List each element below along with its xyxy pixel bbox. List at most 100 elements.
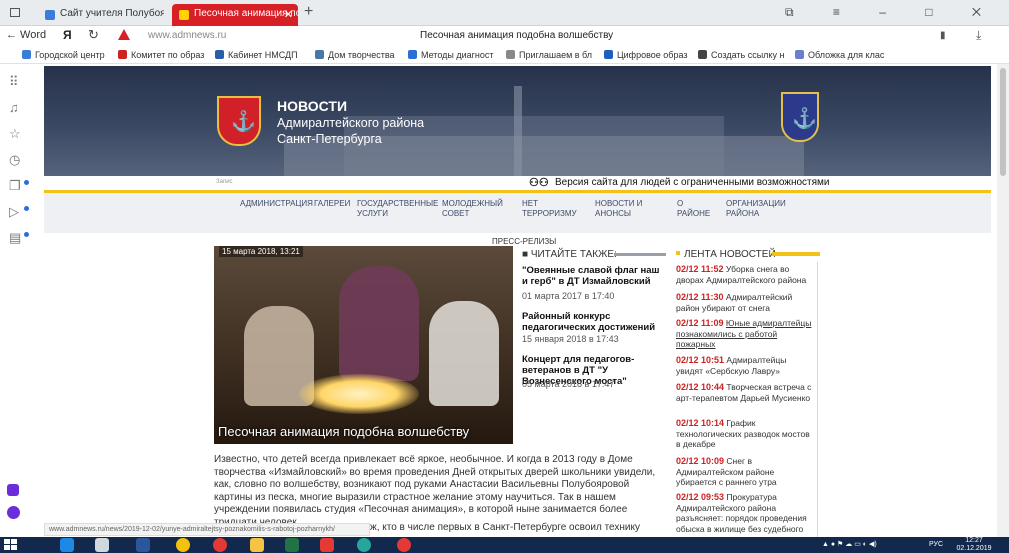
tab-sand-animation[interactable]: Песочная анимация по ✕ <box>172 4 298 26</box>
tabs-panel-icon[interactable] <box>10 8 20 17</box>
site-title[interactable]: НОВОСТИ <box>277 98 347 114</box>
clock-time: 12:27 <box>965 537 983 544</box>
hero-caption[interactable]: Песочная анимация подобна волшебству <box>218 424 469 439</box>
window-controls[interactable]: ⧉ ≡ – □ ✕ <box>785 5 999 20</box>
explorer-icon[interactable] <box>250 538 264 552</box>
divider <box>817 262 818 537</box>
chrome-icon[interactable] <box>176 538 190 552</box>
tab-teacher-site[interactable]: Сайт учителя Полубояро <box>38 4 164 26</box>
address-bar: ← Word Я ↻ www.admnews.ru Песочная анима… <box>0 26 1009 46</box>
nav-item[interactable]: ГОСУДАРСТВЕННЫЕ УСЛУГИ <box>357 199 438 219</box>
section-label[interactable]: ПРЕСС-РЕЛИЗЫ <box>492 237 556 246</box>
tab-label: Песочная анимация по <box>194 8 298 19</box>
download-icon[interactable]: ⤓ <box>976 28 981 43</box>
divider <box>772 252 820 256</box>
bookmark-item[interactable]: Городской центр <box>22 50 105 60</box>
nav-item[interactable]: МОЛОДЕЖНЫЙ СОВЕТ <box>442 199 512 219</box>
bookmark-item[interactable]: Приглашаем в бл <box>506 50 592 60</box>
article-paragraph: Известно, что детей всегда привлекает вс… <box>214 454 656 528</box>
opera-icon[interactable] <box>213 538 227 552</box>
nav-item[interactable]: ГАЛЕРЕИ <box>314 199 354 209</box>
news-feed-item[interactable]: 02/12 09:53 Прокуратура Адмиралтейского … <box>676 492 814 534</box>
bookmark-favicon-icon <box>315 50 324 59</box>
bookmark-label: Дом творчества <box>328 50 395 60</box>
language-indicator[interactable]: РУС <box>929 541 943 548</box>
hero-image[interactable] <box>214 246 513 444</box>
site-favicon-icon <box>45 10 55 20</box>
bookmark-item[interactable]: Кабинет НМСДП <box>215 50 298 60</box>
word-icon[interactable] <box>136 538 150 552</box>
back-button[interactable]: ← Word <box>6 29 46 41</box>
bookmark-favicon-icon <box>604 50 613 59</box>
start-button[interactable] <box>4 539 18 551</box>
bookmark-item[interactable]: Методы диагност <box>408 50 494 60</box>
notes-icon[interactable]: ▤ <box>9 230 21 246</box>
news-feed-time: 02/12 11:52 <box>676 264 724 274</box>
bookmark-label: Кабинет НМСДП <box>228 50 298 60</box>
chat-icon[interactable] <box>357 538 371 552</box>
news-feed-item[interactable]: 02/12 11:09 Юные адмиралтейцы познакомил… <box>676 318 814 350</box>
nav-item[interactable]: ОРГАНИЗАЦИИ РАЙОНА <box>726 199 786 219</box>
article-body: Известно, что детей всегда привлекает вс… <box>214 454 666 529</box>
site-subtitle: Санкт-Петербурга <box>277 132 382 146</box>
excel-icon[interactable] <box>285 538 299 552</box>
badge-dot <box>24 180 29 185</box>
status-url: www.admnews.ru/news/2019-12-02/yunye-adm… <box>44 523 370 536</box>
news-feed-time: 02/12 10:14 <box>676 418 725 428</box>
news-feed-item[interactable]: 02/12 11:52 Уборка снега во дворах Адмир… <box>676 264 814 285</box>
favorites-icon[interactable]: ☆ <box>9 126 21 142</box>
news-feed-time: 02/12 10:09 <box>676 456 725 466</box>
edge-icon[interactable] <box>60 538 74 552</box>
system-tray[interactable]: ▲ ● ⚑ ☁ ▭ ◐ ◀) <box>822 540 877 548</box>
new-tab-button[interactable]: + <box>304 3 313 21</box>
url-field[interactable]: www.admnews.ru <box>148 30 226 41</box>
history-icon[interactable]: ◷ <box>9 152 20 168</box>
tab-bar: Сайт учителя Полубояро Песочная анимация… <box>0 0 1009 26</box>
nav-item[interactable]: НЕТ ТЕРРОРИЗМУ <box>522 199 588 219</box>
news-feed-time: 02/12 09:53 <box>676 492 725 502</box>
media-icon[interactable] <box>95 538 109 552</box>
news-feed-item[interactable]: 02/12 10:14 График технологических разво… <box>676 418 814 450</box>
bookmark-item[interactable]: Дом творчества <box>315 50 395 60</box>
yandex-logo-icon[interactable]: Я <box>63 28 72 42</box>
bookmark-item[interactable]: Создать ссылку н <box>698 50 784 60</box>
yandex-browser-icon[interactable] <box>397 538 411 552</box>
search-input[interactable]: Запис <box>216 179 233 185</box>
notifications-icon[interactable]: ♫ <box>9 100 19 115</box>
glasses-icon[interactable]: ⚇⚇ <box>529 176 549 189</box>
bookmark-label: Приглашаем в бл <box>519 50 593 60</box>
news-feed-item[interactable]: 02/12 10:51 Адмиралтейцы увидят «Сербску… <box>676 355 814 376</box>
news-feed-item[interactable]: 02/12 10:09 Снег в Адмиралтейском районе… <box>676 456 814 488</box>
news-feed-item[interactable]: 02/12 11:30 Адмиралтейский район убирают… <box>676 292 814 313</box>
news-feed-item[interactable]: 02/12 10:44 Творческая встреча с арт-тер… <box>676 382 814 403</box>
nav-item[interactable]: АДМИНИСТРАЦИЯ <box>240 199 313 209</box>
bookmark-icon[interactable]: ▮ <box>940 30 946 41</box>
read-also-link[interactable]: Районный конкурс педагогических достижен… <box>522 311 667 333</box>
bookmark-item[interactable]: Цифровое образ <box>604 50 688 60</box>
security-warning-icon[interactable] <box>118 29 130 40</box>
site-favicon-icon <box>179 10 189 20</box>
bookmark-item[interactable]: Обложка для клас <box>795 50 884 60</box>
bookmark-label: Методы диагност <box>421 50 494 60</box>
collections-icon[interactable]: ❐ <box>9 178 21 194</box>
nav-item[interactable]: НОВОСТИ И АНОНСЫ <box>595 199 665 219</box>
video-icon[interactable] <box>320 538 334 552</box>
read-also-date: 15 января 2018 в 17:43 <box>522 334 619 344</box>
alice-assistant-icon[interactable] <box>7 484 19 496</box>
bookmark-item[interactable]: Комитет по образ <box>118 50 204 60</box>
spb-coat-of-arms-icon[interactable]: ⚓ <box>217 96 261 146</box>
site-banner: ⚓ НОВОСТИ Адмиралтейского района Санкт-П… <box>44 66 991 176</box>
district-coat-of-arms-icon: ⚓ <box>781 92 819 142</box>
voice-assistant-icon[interactable] <box>7 506 20 519</box>
nav-item[interactable]: О РАЙОНЕ <box>677 199 717 219</box>
scrollbar[interactable] <box>997 64 1009 537</box>
close-tab-icon[interactable]: ✕ <box>284 8 293 21</box>
clock[interactable]: 12:27 02.12.2019 <box>956 537 992 553</box>
main-nav: АДМИНИСТРАЦИЯ ГАЛЕРЕИ ГОСУДАРСТВЕННЫЕ УСЛУ… <box>44 193 991 233</box>
scrollbar-thumb[interactable] <box>1000 68 1006 176</box>
media-icon[interactable]: ▷ <box>9 204 19 220</box>
apps-grid-icon[interactable]: ⠿ <box>9 74 19 90</box>
accessibility-link[interactable]: Версия сайта для людей с ограниченными в… <box>555 177 830 188</box>
read-also-link[interactable]: "Овеянные славой флаг наш и герб" в ДТ И… <box>522 265 667 287</box>
reload-button[interactable]: ↻ <box>88 27 99 43</box>
